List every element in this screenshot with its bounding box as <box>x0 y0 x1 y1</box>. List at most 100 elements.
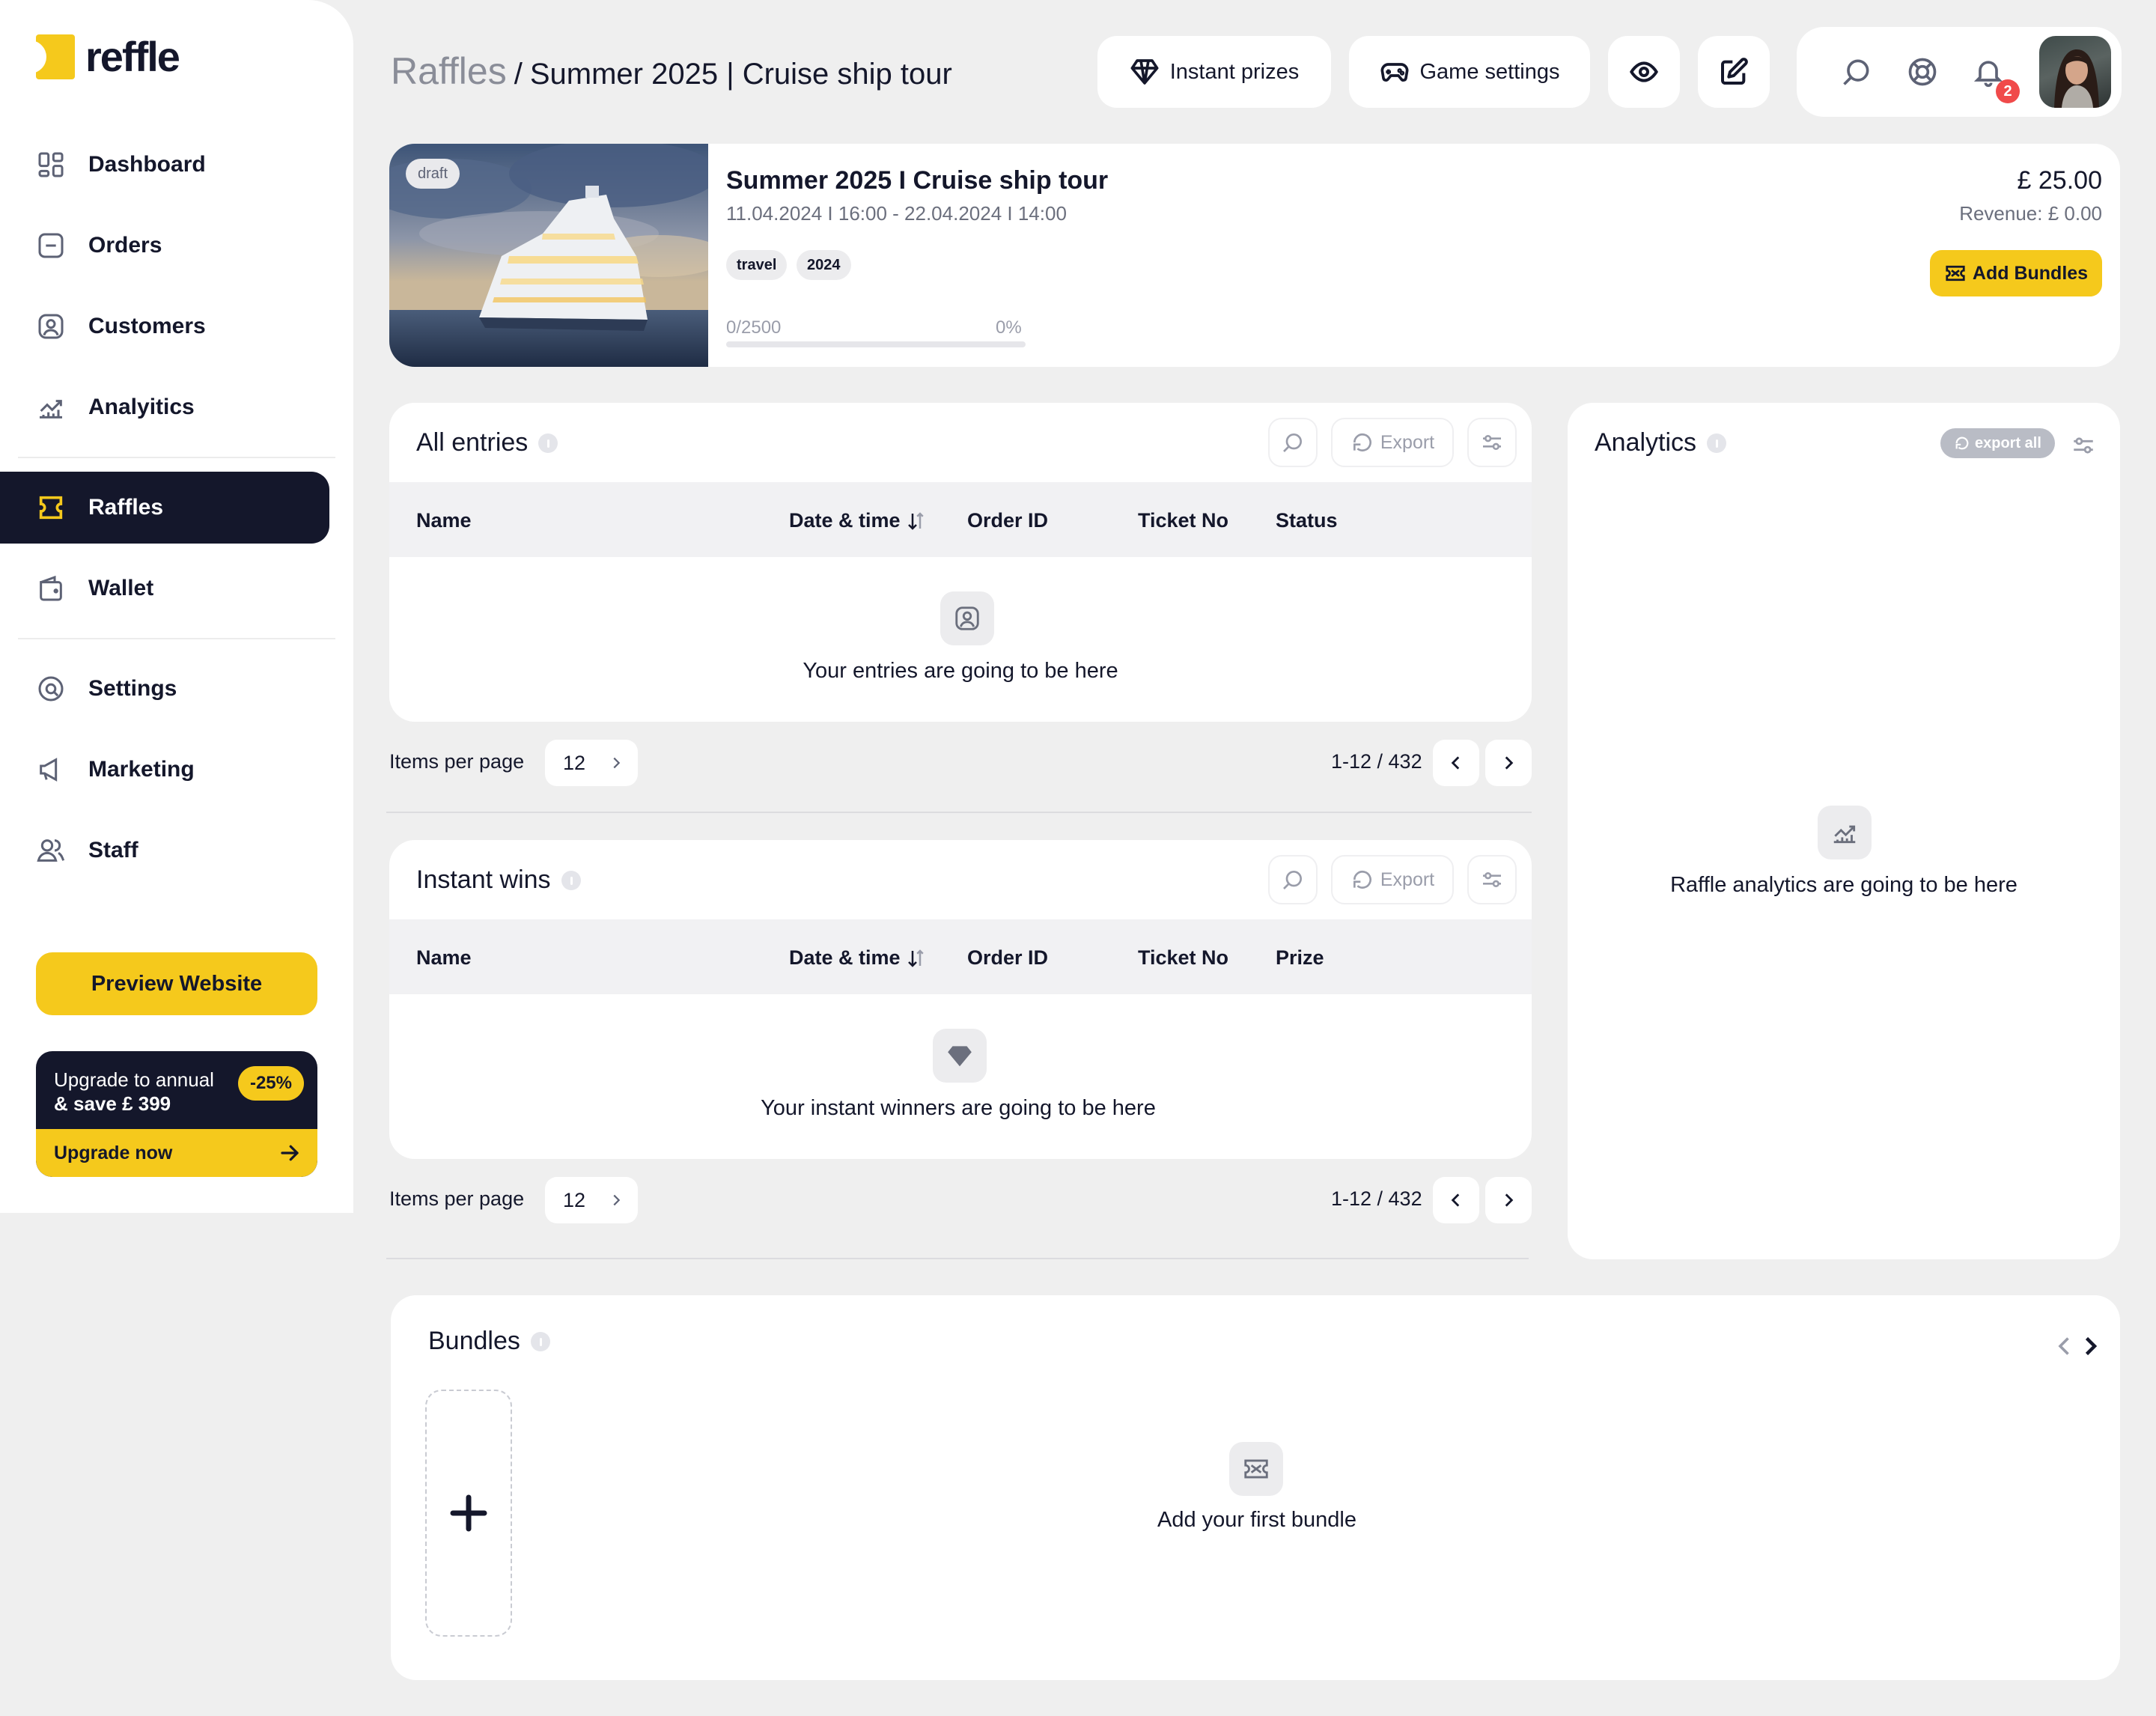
diamond-placeholder-icon <box>933 1029 987 1083</box>
chevron-right-icon <box>608 755 624 771</box>
column-ticket-no[interactable]: Ticket No <box>1138 509 1228 532</box>
all-entries-panel: All entries Export Name Date & time Orde… <box>389 403 1532 722</box>
upgrade-now-label: Upgrade now <box>54 1142 173 1163</box>
export-all-label: export all <box>1975 434 2041 451</box>
tag-travel[interactable]: travel <box>726 250 788 280</box>
column-name[interactable]: Name <box>416 946 472 970</box>
add-bundles-button[interactable]: Add Bundles <box>1930 250 2102 296</box>
instant-prizes-button[interactable]: Instant prizes <box>1097 36 1331 108</box>
sidebar-item-orders[interactable]: Orders <box>0 210 329 282</box>
user-placeholder-icon <box>940 591 994 645</box>
user-avatar[interactable] <box>2039 36 2111 108</box>
sidebar-item-label: Orders <box>88 233 162 258</box>
tag-2024[interactable]: 2024 <box>797 250 851 280</box>
add-bundle-tile[interactable] <box>425 1390 512 1637</box>
entries-next-page-button[interactable] <box>1485 740 1532 786</box>
wins-next-page-button[interactable] <box>1485 1177 1532 1223</box>
megaphone-icon <box>36 755 66 785</box>
bundles-next-button[interactable] <box>2077 1333 2104 1360</box>
sidebar: reffle Dashboard Orders Customers Analyi… <box>0 0 353 1213</box>
avatar-portrait-icon <box>2054 49 2099 108</box>
column-prize[interactable]: Prize <box>1276 946 1324 970</box>
raffle-summary-card: draft Summer 2025 I Cruise ship tour 11.… <box>389 144 2120 367</box>
upgrade-now-button[interactable]: Upgrade now <box>36 1129 317 1177</box>
all-entries-title: All entries <box>416 428 529 457</box>
bundles-prev-button[interactable] <box>2051 1333 2078 1360</box>
filter-sliders-icon[interactable] <box>2071 433 2096 458</box>
export-label: Export <box>1380 431 1435 453</box>
entries-page-range: 1-12 / 432 <box>1331 750 1422 773</box>
analytics-placeholder-icon <box>1818 806 1872 859</box>
preview-eye-button[interactable] <box>1608 36 1680 108</box>
sidebar-item-staff[interactable]: Staff <box>0 815 329 886</box>
discount-badge: -25% <box>237 1066 304 1101</box>
export-refresh-icon <box>1350 430 1374 454</box>
sidebar-item-label: Marketing <box>88 757 195 782</box>
customers-icon <box>36 311 66 341</box>
breadcrumb-current: Summer 2025 | Cruise ship tour <box>529 58 952 91</box>
sidebar-item-label: Staff <box>88 838 138 862</box>
search-entries-button[interactable] <box>1268 418 1318 467</box>
column-order-id[interactable]: Order ID <box>967 946 1048 970</box>
raffle-cover-image: draft <box>389 144 708 367</box>
filter-entries-button[interactable] <box>1467 418 1517 467</box>
sort-icon <box>901 510 928 532</box>
column-date-time[interactable]: Date & time <box>789 946 928 970</box>
sidebar-item-dashboard[interactable]: Dashboard <box>0 129 329 201</box>
info-icon[interactable] <box>538 433 558 453</box>
wallet-icon <box>36 573 66 603</box>
wins-prev-page-button[interactable] <box>1433 1177 1479 1223</box>
export-entries-button[interactable]: Export <box>1331 418 1454 467</box>
instant-wins-title-row: Instant wins <box>416 865 581 895</box>
entries-items-per-page-select[interactable]: 12 <box>545 740 638 786</box>
chevron-left-icon <box>1446 1190 1466 1210</box>
column-name[interactable]: Name <box>416 509 472 532</box>
preview-website-button[interactable]: Preview Website <box>36 952 317 1015</box>
info-icon[interactable] <box>530 1331 550 1351</box>
info-icon[interactable] <box>561 870 581 890</box>
export-wins-button[interactable]: Export <box>1331 855 1454 904</box>
help-lifebuoy-icon[interactable] <box>1906 55 1939 88</box>
ticket-price: £ 25.00 <box>2017 166 2102 195</box>
items-per-page-value: 12 <box>563 751 586 774</box>
info-icon[interactable] <box>1707 433 1727 453</box>
game-settings-button[interactable]: Game settings <box>1349 36 1590 108</box>
entries-prev-page-button[interactable] <box>1433 740 1479 786</box>
sidebar-item-marketing[interactable]: Marketing <box>0 734 329 806</box>
column-status[interactable]: Status <box>1276 509 1338 532</box>
search-icon[interactable] <box>1840 55 1873 88</box>
filter-sliders-icon <box>1480 868 1504 892</box>
staff-icon <box>36 836 66 865</box>
progress-percent: 0% <box>996 317 1022 338</box>
plus-icon <box>448 1492 490 1534</box>
instant-wins-title: Instant wins <box>416 865 551 894</box>
instant-prizes-label: Instant prizes <box>1169 59 1300 84</box>
bundles-empty-message: Add your first bundle <box>1157 1508 1356 1532</box>
chevron-right-icon <box>608 1192 624 1208</box>
sidebar-item-raffles[interactable]: Raffles <box>0 472 329 544</box>
search-wins-button[interactable] <box>1268 855 1318 904</box>
breadcrumb-root-link[interactable]: Raffles <box>391 49 507 93</box>
export-all-button[interactable]: export all <box>1940 428 2055 458</box>
filter-wins-button[interactable] <box>1467 855 1517 904</box>
sidebar-item-customers[interactable]: Customers <box>0 290 329 362</box>
instant-wins-panel: Instant wins Export Name Date & time Ord… <box>389 840 1532 1159</box>
analytics-icon <box>36 392 66 422</box>
edit-button[interactable] <box>1698 36 1770 108</box>
chevron-right-icon <box>2077 1333 2104 1360</box>
diamond-icon <box>1130 57 1160 87</box>
sidebar-item-settings[interactable]: Settings <box>0 653 329 725</box>
raffle-revenue: Revenue: £ 0.00 <box>1959 202 2102 225</box>
sidebar-item-wallet[interactable]: Wallet <box>0 553 329 624</box>
bundles-panel: Bundles Add your first bundle <box>391 1295 2120 1680</box>
brand-name: reffle <box>85 33 180 80</box>
analytics-title-row: Analytics <box>1595 428 1727 457</box>
brand-logo[interactable]: reffle <box>36 33 180 80</box>
column-ticket-no[interactable]: Ticket No <box>1138 946 1228 970</box>
sidebar-item-label: Analyitics <box>88 395 195 419</box>
column-order-id[interactable]: Order ID <box>967 509 1048 532</box>
bundle-ticket-icon <box>1229 1442 1283 1496</box>
sidebar-item-analytics[interactable]: Analyitics <box>0 371 329 443</box>
column-date-time[interactable]: Date & time <box>789 509 928 532</box>
wins-items-per-page-select[interactable]: 12 <box>545 1177 638 1223</box>
